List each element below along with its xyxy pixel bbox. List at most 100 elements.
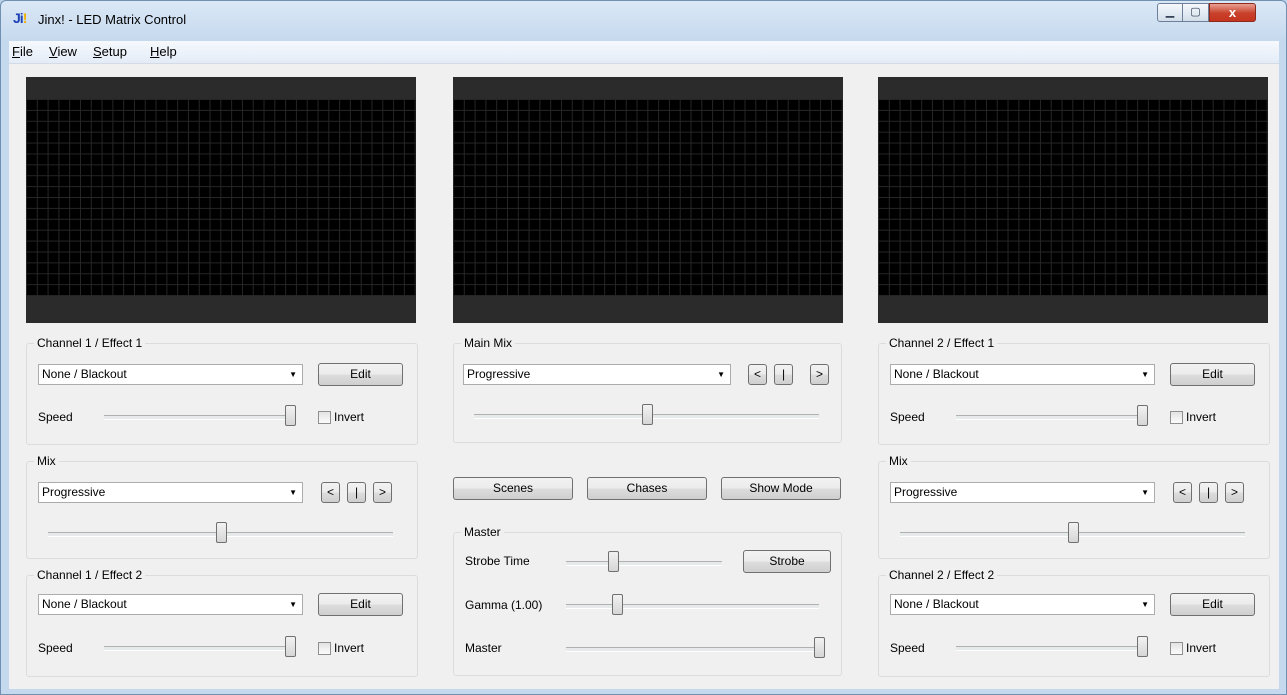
app-logo-icon: Ji! bbox=[13, 10, 27, 26]
dropdown-arrow-icon: ▼ bbox=[1141, 370, 1149, 379]
speed-label: Speed bbox=[38, 641, 73, 655]
main-mix-stop-button[interactable]: | bbox=[774, 364, 793, 385]
main-mix-slider-thumb[interactable] bbox=[641, 404, 653, 425]
mix-stop-button[interactable]: | bbox=[347, 482, 366, 503]
speed-slider-thumb[interactable] bbox=[1137, 636, 1148, 657]
dropdown-arrow-icon: ▼ bbox=[717, 370, 725, 379]
invert-checkbox[interactable] bbox=[318, 642, 331, 655]
invert-checkbox[interactable] bbox=[1170, 642, 1183, 655]
matrix-grid bbox=[453, 99, 843, 296]
strobe-button[interactable]: Strobe bbox=[743, 550, 831, 573]
strobe-time-slider-track[interactable] bbox=[566, 561, 722, 566]
effect-select[interactable]: None / Blackout ▼ bbox=[890, 364, 1155, 385]
master-slider-track[interactable] bbox=[566, 647, 819, 652]
channel1-effect1-group: Channel 1 / Effect 1 None / Blackout ▼ Ed… bbox=[26, 336, 418, 445]
show-mode-button[interactable]: Show Mode bbox=[721, 477, 841, 500]
gamma-label: Gamma (1.00) bbox=[465, 598, 543, 612]
speed-slider-thumb[interactable] bbox=[285, 405, 296, 426]
edit-button[interactable]: Edit bbox=[1170, 593, 1255, 616]
edit-button[interactable]: Edit bbox=[318, 363, 403, 386]
channel2-matrix-preview bbox=[878, 77, 1268, 323]
speed-label: Speed bbox=[38, 410, 73, 424]
group-legend: Channel 2 / Effect 1 bbox=[886, 336, 998, 350]
mix2-group: Mix Progressive ▼ < | > bbox=[878, 454, 1270, 559]
effect-select[interactable]: None / Blackout ▼ bbox=[38, 594, 303, 615]
mix-mode-select[interactable]: Progressive ▼ bbox=[890, 482, 1155, 503]
speed-slider-track[interactable] bbox=[104, 415, 290, 420]
mix-mode-select[interactable]: Progressive ▼ bbox=[38, 482, 303, 503]
effect-select-value: None / Blackout bbox=[42, 597, 127, 611]
menu-view[interactable]: View bbox=[49, 44, 77, 59]
main-mix-mode-value: Progressive bbox=[467, 367, 531, 381]
mix-slider-thumb[interactable] bbox=[1067, 522, 1079, 543]
speed-slider-track[interactable] bbox=[104, 646, 290, 651]
menu-view-label: iew bbox=[57, 44, 77, 59]
invert-checkbox[interactable] bbox=[1170, 411, 1183, 424]
effect-select[interactable]: None / Blackout ▼ bbox=[890, 594, 1155, 615]
group-legend: Mix bbox=[886, 454, 911, 468]
effect-select-value: None / Blackout bbox=[894, 597, 979, 611]
gamma-slider-thumb[interactable] bbox=[611, 594, 623, 615]
menu-bar: File View Setup Help bbox=[9, 41, 1279, 63]
channel1-matrix-preview bbox=[26, 77, 416, 323]
strobe-time-slider-thumb[interactable] bbox=[607, 551, 619, 572]
mix-next-button[interactable]: > bbox=[373, 482, 392, 503]
mix1-group: Mix Progressive ▼ < | > bbox=[26, 454, 418, 559]
speed-label: Speed bbox=[890, 641, 925, 655]
invert-label: Invert bbox=[1186, 641, 1217, 655]
group-legend: Channel 2 / Effect 2 bbox=[886, 568, 998, 582]
mix-prev-button[interactable]: < bbox=[1173, 482, 1192, 503]
effect-select-value: None / Blackout bbox=[42, 367, 127, 381]
close-button[interactable]: x bbox=[1209, 3, 1256, 22]
speed-label: Speed bbox=[890, 410, 925, 424]
main-mix-mode-select[interactable]: Progressive ▼ bbox=[463, 364, 731, 385]
dropdown-arrow-icon: ▼ bbox=[1141, 488, 1149, 497]
matrix-grid bbox=[26, 99, 416, 296]
menu-help-accel: H bbox=[150, 44, 160, 59]
invert-label: Invert bbox=[334, 410, 365, 424]
title-bar[interactable]: Ji! Jinx! - LED Matrix Control ▁ ▢ x bbox=[1, 1, 1286, 39]
group-legend: Main Mix bbox=[461, 336, 516, 350]
speed-slider-track[interactable] bbox=[956, 415, 1142, 420]
dropdown-arrow-icon: ▼ bbox=[289, 488, 297, 497]
invert-label: Invert bbox=[334, 641, 365, 655]
channel2-effect1-group: Channel 2 / Effect 1 None / Blackout ▼ Ed… bbox=[878, 336, 1270, 445]
mix-slider-thumb[interactable] bbox=[215, 522, 227, 543]
menu-help-label: elp bbox=[159, 44, 177, 59]
master-slider-thumb[interactable] bbox=[814, 637, 825, 658]
mix-next-button[interactable]: > bbox=[1225, 482, 1244, 503]
group-legend: Channel 1 / Effect 2 bbox=[34, 568, 146, 582]
edit-button[interactable]: Edit bbox=[1170, 363, 1255, 386]
mix-stop-button[interactable]: | bbox=[1199, 482, 1218, 503]
menu-help[interactable]: Help bbox=[150, 44, 177, 59]
speed-slider-thumb[interactable] bbox=[285, 636, 296, 657]
effect-select[interactable]: None / Blackout ▼ bbox=[38, 364, 303, 385]
menu-setup[interactable]: Setup bbox=[93, 44, 127, 59]
group-legend: Channel 1 / Effect 1 bbox=[34, 336, 146, 350]
main-mix-group: Main Mix Progressive ▼ < | > bbox=[453, 336, 842, 443]
matrix-grid bbox=[878, 99, 1268, 296]
main-mix-prev-button[interactable]: < bbox=[748, 364, 767, 385]
channel1-effect2-group: Channel 1 / Effect 2 None / Blackout ▼ Ed… bbox=[26, 568, 418, 677]
window-title: Jinx! - LED Matrix Control bbox=[38, 12, 187, 27]
scenes-button[interactable]: Scenes bbox=[453, 477, 573, 500]
chases-button[interactable]: Chases bbox=[587, 477, 707, 500]
menu-file[interactable]: File bbox=[12, 44, 33, 59]
mainmix-matrix-preview bbox=[453, 77, 843, 323]
master-group: Master Strobe Time Strobe Gamma (1.00) M… bbox=[453, 525, 842, 676]
menu-setup-accel: S bbox=[93, 44, 102, 59]
effect-select-value: None / Blackout bbox=[894, 367, 979, 381]
dropdown-arrow-icon: ▼ bbox=[289, 370, 297, 379]
speed-slider-track[interactable] bbox=[956, 646, 1142, 651]
edit-button[interactable]: Edit bbox=[318, 593, 403, 616]
speed-slider-thumb[interactable] bbox=[1137, 405, 1148, 426]
mix-prev-button[interactable]: < bbox=[321, 482, 340, 503]
maximize-button[interactable]: ▢ bbox=[1183, 3, 1209, 22]
dropdown-arrow-icon: ▼ bbox=[1141, 600, 1149, 609]
menu-file-accel: F bbox=[12, 44, 20, 59]
gamma-slider-track[interactable] bbox=[566, 604, 819, 609]
invert-checkbox[interactable] bbox=[318, 411, 331, 424]
minimize-button[interactable]: ▁ bbox=[1157, 3, 1183, 22]
strobe-time-label: Strobe Time bbox=[465, 554, 530, 568]
main-mix-next-button[interactable]: > bbox=[810, 364, 829, 385]
